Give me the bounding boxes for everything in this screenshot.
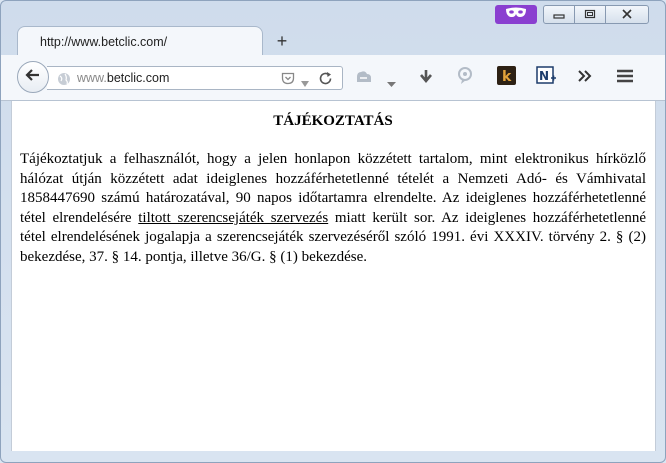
- k-extension-icon[interactable]: k: [497, 66, 516, 90]
- page-content: TÁJÉKOZTATÁS Tájékoztatjuk a felhasználó…: [11, 101, 656, 451]
- mask-icon: [505, 6, 527, 24]
- maximize-button[interactable]: [574, 5, 606, 24]
- tab-active[interactable]: http://www.betclic.com/: [17, 26, 263, 56]
- dropdown-arrow-icon[interactable]: [300, 75, 310, 93]
- page-title: TÁJÉKOZTATÁS: [273, 113, 393, 129]
- svg-text:k: k: [502, 69, 512, 85]
- close-icon: [621, 6, 633, 24]
- close-button[interactable]: [605, 5, 649, 24]
- minimize-icon: [553, 6, 565, 24]
- browser-window: http://www.betclic.com/ + www.betclic.co…: [0, 0, 666, 463]
- back-arrow-icon: [25, 68, 41, 87]
- pocket-icon[interactable]: [281, 72, 295, 90]
- url-bar[interactable]: www.betclic.com: [47, 66, 343, 90]
- private-browsing-indicator[interactable]: [495, 5, 537, 24]
- globe-icon: [57, 72, 71, 91]
- sync-menu-arrow-icon[interactable]: [387, 75, 396, 93]
- navigation-toolbar: www.betclic.com k N: [1, 55, 665, 101]
- tab-title: http://www.betclic.com/: [40, 35, 168, 49]
- back-button[interactable]: [17, 61, 49, 93]
- new-tab-button[interactable]: +: [271, 31, 293, 51]
- hello-icon[interactable]: [455, 66, 475, 91]
- overflow-chevron-icon[interactable]: [578, 69, 592, 88]
- sync-cloud-icon[interactable]: [354, 69, 374, 90]
- url-text: www.betclic.com: [77, 71, 170, 85]
- gambling-law-link[interactable]: tiltott szerencsejáték szervezés: [138, 210, 328, 226]
- notice-document: TÁJÉKOZTATÁS Tájékoztatjuk a felhasználó…: [20, 113, 646, 268]
- svg-text:N: N: [539, 69, 549, 83]
- hamburger-menu-icon[interactable]: [615, 66, 635, 91]
- n-extension-icon[interactable]: N: [536, 66, 557, 91]
- notice-paragraph: Tájékoztatjuk a felhasználót, hogy a jel…: [20, 151, 646, 265]
- reload-icon[interactable]: [318, 71, 333, 91]
- download-icon[interactable]: [417, 68, 435, 91]
- minimize-button[interactable]: [543, 5, 575, 24]
- maximize-icon: [584, 6, 596, 24]
